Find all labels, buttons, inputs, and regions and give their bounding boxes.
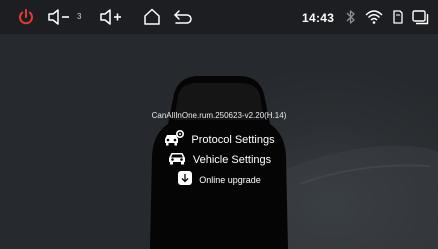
volume-level: 3 (77, 12, 82, 21)
volume-up-icon[interactable] (98, 7, 126, 27)
clock: 14:43 (302, 11, 335, 25)
sd-card-icon (391, 7, 405, 27)
bluetooth-icon (344, 7, 358, 27)
recent-apps-icon[interactable] (410, 7, 430, 27)
online-upgrade-label: Online upgrade (199, 175, 261, 185)
home-icon[interactable] (142, 7, 162, 27)
status-bar: 3 14:43 (0, 0, 438, 34)
protocol-settings-label: Protocol Settings (191, 134, 275, 146)
main-panel: CanAllInOne.rum.250623-v2.20(H.14) Proto… (0, 34, 438, 249)
volume-down-icon[interactable] (46, 7, 74, 27)
vehicle-settings-button[interactable]: Vehicle Settings (0, 150, 438, 170)
vehicle-settings-label: Vehicle Settings (192, 154, 272, 166)
back-icon[interactable] (172, 7, 196, 27)
wifi-icon (364, 7, 384, 27)
car-icon (167, 150, 187, 171)
version-text: CanAllInOne.rum.250623-v2.20(H.14) (151, 111, 287, 120)
power-icon[interactable] (16, 7, 36, 27)
car-settings-icon (163, 129, 185, 152)
protocol-settings-button[interactable]: Protocol Settings (0, 129, 438, 152)
download-icon (177, 170, 193, 191)
online-upgrade-button[interactable]: Online upgrade (0, 170, 438, 190)
